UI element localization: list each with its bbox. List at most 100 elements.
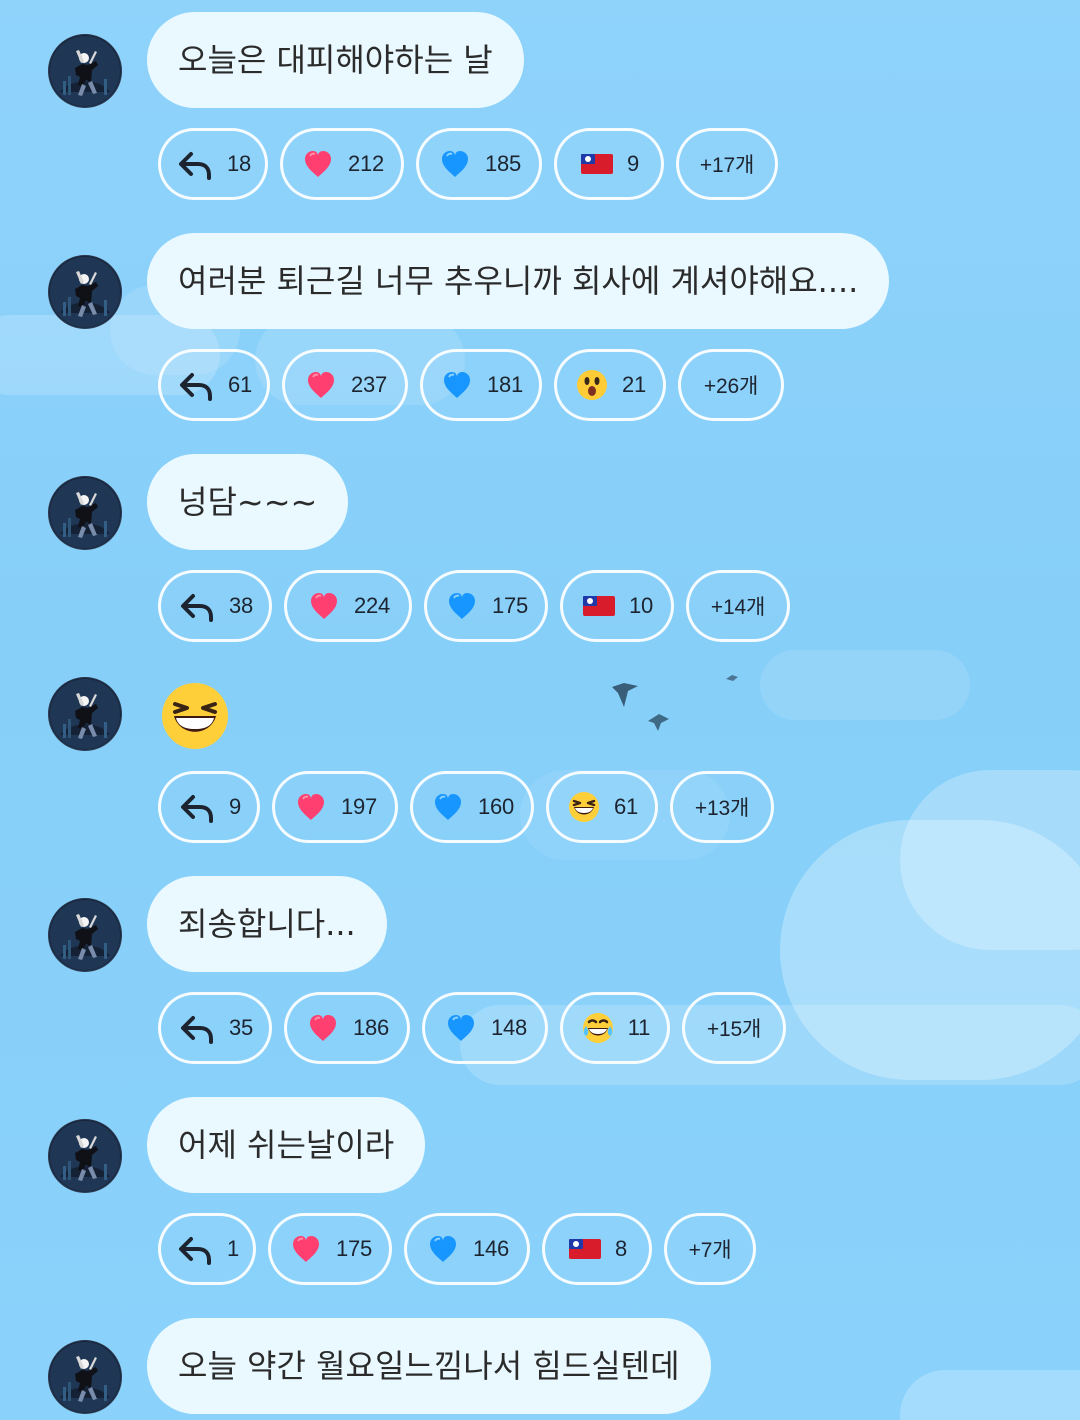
blue-heart-icon bbox=[448, 593, 475, 619]
red-heart-icon bbox=[310, 593, 337, 619]
blue-heart-icon bbox=[443, 372, 470, 398]
blue-heart-chip[interactable]: 181 bbox=[420, 349, 542, 421]
blue-heart-chip[interactable]: 148 bbox=[422, 992, 548, 1064]
flag-count: 9 bbox=[626, 151, 640, 176]
avatar[interactable] bbox=[48, 255, 122, 329]
blue-heart-chip[interactable]: 175 bbox=[424, 570, 548, 642]
more-reactions-count: +13개 bbox=[694, 797, 750, 820]
reply-count: 61 bbox=[227, 372, 253, 397]
red-heart-chip[interactable]: 186 bbox=[284, 992, 410, 1064]
message-bubble: 여러분 퇴근길 너무 추우니까 회사에 계셔야해요.... bbox=[147, 233, 890, 329]
message-bubble: 오늘 약간 월요일느낌나서 힘드실텐데 bbox=[147, 1318, 711, 1414]
more-reactions-count: +26개 bbox=[703, 375, 759, 398]
red-heart-count: 212 bbox=[347, 151, 385, 176]
avatar-image bbox=[50, 1342, 120, 1412]
grinning-squinting-face-icon bbox=[162, 683, 228, 749]
red-heart-icon bbox=[304, 151, 331, 177]
red-heart-chip[interactable]: 224 bbox=[284, 570, 412, 642]
reply-chip[interactable]: 35 bbox=[158, 992, 272, 1064]
grinning-squinting-face-count: 61 bbox=[613, 794, 639, 819]
flag-count: 10 bbox=[628, 593, 654, 618]
reply-chip[interactable]: 38 bbox=[158, 570, 272, 642]
grinning-squinting-face-chip[interactable]: 61 bbox=[546, 771, 658, 843]
reply-icon bbox=[180, 1016, 213, 1044]
reply-chip[interactable]: 9 bbox=[158, 771, 260, 843]
red-heart-chip[interactable]: 175 bbox=[268, 1213, 392, 1285]
reaction-bar: 35 186 148 11 +15개 bbox=[158, 992, 786, 1064]
face-with-tears-of-joy-count: 11 bbox=[627, 1015, 651, 1040]
reply-count: 9 bbox=[228, 794, 242, 819]
reply-chip[interactable]: 61 bbox=[158, 349, 270, 421]
red-heart-count: 175 bbox=[335, 1236, 373, 1261]
reaction-bar: 9 197 160 61 +13개 bbox=[158, 771, 774, 843]
blue-heart-count: 175 bbox=[491, 593, 529, 618]
avatar[interactable] bbox=[48, 1119, 122, 1193]
message-bubble: 넝담~~~ bbox=[147, 454, 349, 550]
blue-heart-icon bbox=[429, 1236, 456, 1262]
more-reactions-chip[interactable]: +26개 bbox=[678, 349, 784, 421]
red-heart-chip[interactable]: 237 bbox=[282, 349, 408, 421]
more-reactions-chip[interactable]: +14개 bbox=[686, 570, 790, 642]
reply-icon bbox=[179, 373, 212, 401]
avatar[interactable] bbox=[48, 677, 122, 751]
blue-heart-chip[interactable]: 160 bbox=[410, 771, 534, 843]
avatar[interactable] bbox=[48, 898, 122, 972]
red-heart-icon bbox=[297, 794, 324, 820]
blue-heart-icon bbox=[447, 1015, 474, 1041]
red-heart-count: 224 bbox=[353, 593, 391, 618]
taiwan-flag-icon bbox=[582, 596, 615, 616]
avatar[interactable] bbox=[48, 34, 122, 108]
cloud bbox=[780, 820, 1080, 1080]
surprised-face-chip[interactable]: 21 bbox=[554, 349, 666, 421]
red-heart-chip[interactable]: 197 bbox=[272, 771, 398, 843]
avatar[interactable] bbox=[48, 476, 122, 550]
avatar-image bbox=[50, 679, 120, 749]
reply-icon bbox=[180, 795, 213, 823]
avatar-image bbox=[50, 900, 120, 970]
more-reactions-chip[interactable]: +7개 bbox=[664, 1213, 756, 1285]
message-bubble: 오늘은 대피해야하는 날 bbox=[147, 12, 524, 108]
avatar[interactable] bbox=[48, 1340, 122, 1414]
more-reactions-chip[interactable]: +15개 bbox=[682, 992, 786, 1064]
reply-chip[interactable]: 18 bbox=[158, 128, 268, 200]
flag-chip[interactable]: 9 bbox=[554, 128, 664, 200]
avatar-image bbox=[50, 257, 120, 327]
blue-heart-count: 181 bbox=[486, 372, 524, 397]
reply-chip[interactable]: 1 bbox=[158, 1213, 256, 1285]
flag-chip[interactable]: 10 bbox=[560, 570, 674, 642]
surprised-face-icon bbox=[576, 370, 607, 400]
avatar-image bbox=[50, 478, 120, 548]
red-heart-icon bbox=[307, 372, 334, 398]
more-reactions-count: +14개 bbox=[710, 596, 766, 619]
more-reactions-count: +7개 bbox=[688, 1239, 732, 1262]
red-heart-chip[interactable]: 212 bbox=[280, 128, 404, 200]
red-heart-icon bbox=[309, 1015, 336, 1041]
blue-heart-count: 148 bbox=[490, 1015, 528, 1040]
avatar-image bbox=[50, 36, 120, 106]
reply-count: 38 bbox=[228, 593, 254, 618]
blue-heart-chip[interactable]: 146 bbox=[404, 1213, 530, 1285]
cloud bbox=[900, 770, 1080, 950]
flag-chip[interactable]: 8 bbox=[542, 1213, 652, 1285]
blue-heart-count: 185 bbox=[484, 151, 522, 176]
blue-heart-icon bbox=[441, 151, 468, 177]
more-reactions-chip[interactable]: +13개 bbox=[670, 771, 774, 843]
reply-icon bbox=[178, 1237, 211, 1265]
cloud bbox=[760, 650, 970, 720]
reaction-bar: 61 237 181 21 +26개 bbox=[158, 349, 784, 421]
blue-heart-chip[interactable]: 185 bbox=[416, 128, 542, 200]
cloud bbox=[900, 1370, 1080, 1420]
birds-illustration bbox=[612, 675, 738, 731]
reply-icon bbox=[180, 594, 213, 622]
message-bubble: 어제 쉬는날이라 bbox=[147, 1097, 426, 1193]
reply-count: 35 bbox=[228, 1015, 254, 1040]
face-with-tears-of-joy-chip[interactable]: 11 bbox=[560, 992, 670, 1064]
more-reactions-chip[interactable]: +17개 bbox=[676, 128, 778, 200]
red-heart-count: 186 bbox=[352, 1015, 390, 1040]
reply-count: 1 bbox=[226, 1236, 240, 1261]
blue-heart-icon bbox=[434, 794, 461, 820]
reaction-bar: 38 224 175 10 +14개 bbox=[158, 570, 790, 642]
avatar-image bbox=[50, 1121, 120, 1191]
red-heart-icon bbox=[292, 1236, 319, 1262]
red-heart-count: 237 bbox=[350, 372, 388, 397]
